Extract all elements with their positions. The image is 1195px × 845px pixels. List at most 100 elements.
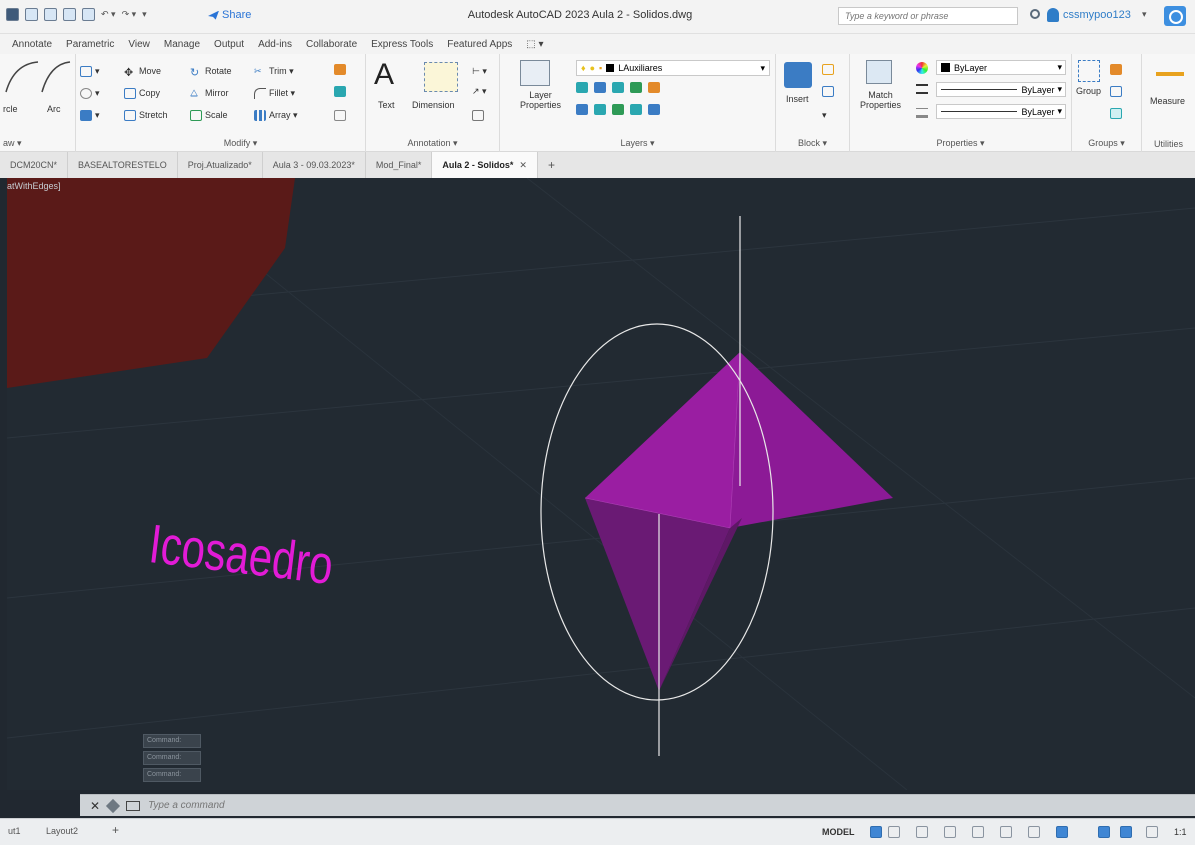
erase-icon[interactable]: [334, 62, 346, 76]
user-name[interactable]: cssmypoo123: [1063, 9, 1131, 21]
grid-icon[interactable]: [870, 826, 882, 838]
stretch-tool[interactable]: Stretch: [124, 108, 168, 122]
tab-parametric[interactable]: Parametric: [66, 39, 114, 50]
scale-tool[interactable]: Scale: [190, 108, 228, 122]
save-icon[interactable]: [25, 8, 38, 21]
visual-style-label[interactable]: atWithEdges]: [7, 181, 61, 191]
offset-icon[interactable]: [334, 108, 346, 122]
tab-collaborate[interactable]: Collaborate: [306, 39, 357, 50]
linetype-icon[interactable]: [916, 84, 928, 94]
annotation-scale-icon[interactable]: [1098, 826, 1110, 838]
block-attributes-icon[interactable]: ▾: [822, 108, 827, 122]
trim-tool[interactable]: ✂ Trim ▾: [254, 64, 294, 78]
ungroup-icon[interactable]: [1110, 62, 1122, 76]
layer-tool-icon[interactable]: [576, 82, 588, 93]
close-icon[interactable]: ✕: [519, 160, 527, 171]
panel-draw-title[interactable]: aw ▾: [0, 138, 75, 149]
polar-icon[interactable]: [944, 826, 956, 838]
leader-icon[interactable]: ⊢ ▾: [472, 64, 487, 78]
doc-tab-active[interactable]: Aula 2 - Solidos* ✕: [432, 152, 538, 178]
close-icon[interactable]: ✕: [90, 799, 100, 813]
measure-button[interactable]: Measure: [1150, 96, 1185, 106]
doc-tab[interactable]: DCM20CN*: [0, 152, 69, 178]
explode-icon[interactable]: [334, 84, 346, 98]
icosaedro-label[interactable]: Icosaedro: [146, 514, 336, 597]
measure-icon[interactable]: [1156, 72, 1184, 76]
tab-overflow[interactable]: ⬚ ▾: [526, 39, 543, 50]
redo-icon[interactable]: ↷ ▾: [122, 9, 137, 20]
drawing-canvas[interactable]: Icosaedro: [7, 178, 1195, 790]
doc-tab[interactable]: Proj.Atualizado*: [178, 152, 263, 178]
search-input[interactable]: [838, 7, 1018, 25]
linetype-dropdown[interactable]: ByLayer ▾: [936, 82, 1066, 97]
group-button[interactable]: Group: [1076, 86, 1101, 96]
auto-scale-icon[interactable]: [1146, 826, 1158, 838]
tab-featured-apps[interactable]: Featured Apps: [447, 39, 512, 50]
panel-utilities-title[interactable]: Utilities: [1142, 139, 1195, 149]
match-properties-icon[interactable]: [866, 60, 892, 84]
panel-groups-title[interactable]: Groups ▾: [1072, 138, 1141, 149]
panel-annotation-title[interactable]: Annotation ▾: [366, 138, 499, 149]
layer-dropdown[interactable]: ♦ ● ▪ LAuxiliares ▾: [576, 60, 770, 76]
share-button[interactable]: Share: [208, 9, 251, 21]
insert-block-icon[interactable]: [784, 62, 812, 88]
new-tab-button[interactable]: +: [538, 158, 565, 172]
create-block-icon[interactable]: [822, 62, 834, 76]
panel-properties-title[interactable]: Properties ▾: [850, 138, 1071, 149]
tab-manage[interactable]: Manage: [164, 39, 200, 50]
edit-block-icon[interactable]: [822, 84, 834, 98]
move-tool[interactable]: ✥ Move: [124, 64, 161, 79]
layout-tab[interactable]: ut1: [8, 826, 21, 836]
tab-add-ins[interactable]: Add-ins: [258, 39, 292, 50]
dimension-icon[interactable]: [424, 62, 458, 92]
color-dropdown[interactable]: ByLayer ▾: [936, 60, 1066, 75]
doc-tab[interactable]: BASEALTORESTELO: [68, 152, 178, 178]
search-icon[interactable]: [1030, 9, 1040, 19]
add-layout-button[interactable]: +: [112, 823, 119, 837]
snap-icon[interactable]: [888, 826, 900, 838]
match-properties-button[interactable]: Match Properties: [860, 90, 901, 110]
table-icon[interactable]: ↗ ▾: [472, 84, 487, 98]
tab-express-tools[interactable]: Express Tools: [371, 39, 433, 50]
group-edit-icon[interactable]: [1110, 84, 1122, 98]
doc-tab[interactable]: Mod_Final*: [366, 152, 433, 178]
polygon-icon[interactable]: ▾: [80, 108, 100, 122]
layer-tool-icon[interactable]: [630, 104, 642, 115]
ortho-icon[interactable]: [916, 826, 928, 838]
saveas-icon[interactable]: [44, 8, 57, 21]
layer-tool-icon[interactable]: [612, 104, 624, 115]
layer-tool-icon[interactable]: [594, 104, 606, 115]
tab-annotate[interactable]: Annotate: [12, 39, 52, 50]
group-icon[interactable]: [1078, 60, 1100, 82]
customize-icon[interactable]: [105, 798, 121, 813]
chevron-down-icon[interactable]: ▾: [1142, 9, 1147, 20]
rectangle-icon[interactable]: ▾: [80, 64, 100, 78]
panel-modify-title[interactable]: Modify ▾: [116, 138, 365, 149]
rotate-tool[interactable]: ↻ Rotate: [190, 64, 232, 79]
layer-properties-button[interactable]: Layer Properties: [520, 90, 561, 110]
layer-tool-icon[interactable]: [576, 104, 588, 115]
user-icon[interactable]: [1047, 8, 1059, 22]
app-menu-icon[interactable]: [6, 8, 19, 21]
array-tool[interactable]: Array ▾: [254, 108, 298, 122]
lineweight-dropdown[interactable]: ByLayer ▾: [936, 104, 1066, 119]
selection-cycling-icon[interactable]: [1056, 826, 1068, 838]
layer-tool-icon[interactable]: [630, 82, 642, 93]
customize-qat-icon[interactable]: ▾: [142, 9, 147, 20]
tab-view[interactable]: View: [128, 39, 150, 50]
lineweight-toggle-icon[interactable]: [1028, 826, 1040, 838]
group-select-icon[interactable]: [1110, 106, 1122, 120]
color-wheel-icon[interactable]: [916, 62, 928, 74]
layout-tab[interactable]: Layout2: [46, 826, 78, 836]
layer-tool-icon[interactable]: [594, 82, 606, 93]
annotation-scale[interactable]: 1:1: [1174, 827, 1187, 837]
dimension-button[interactable]: Dimension: [412, 100, 455, 110]
doc-tab[interactable]: Aula 3 - 09.03.2023*: [263, 152, 366, 178]
hatch-icon[interactable]: ▾: [80, 86, 100, 100]
command-prompt-icon[interactable]: [126, 800, 141, 811]
plot-icon[interactable]: [82, 8, 95, 21]
text-button[interactable]: Text: [378, 100, 395, 110]
layer-tool-icon[interactable]: [648, 104, 660, 115]
drawing-viewport[interactable]: Icosaedro atWithEdges] Command: Command:…: [7, 178, 1195, 790]
undo-icon[interactable]: ↶ ▾: [101, 9, 116, 20]
